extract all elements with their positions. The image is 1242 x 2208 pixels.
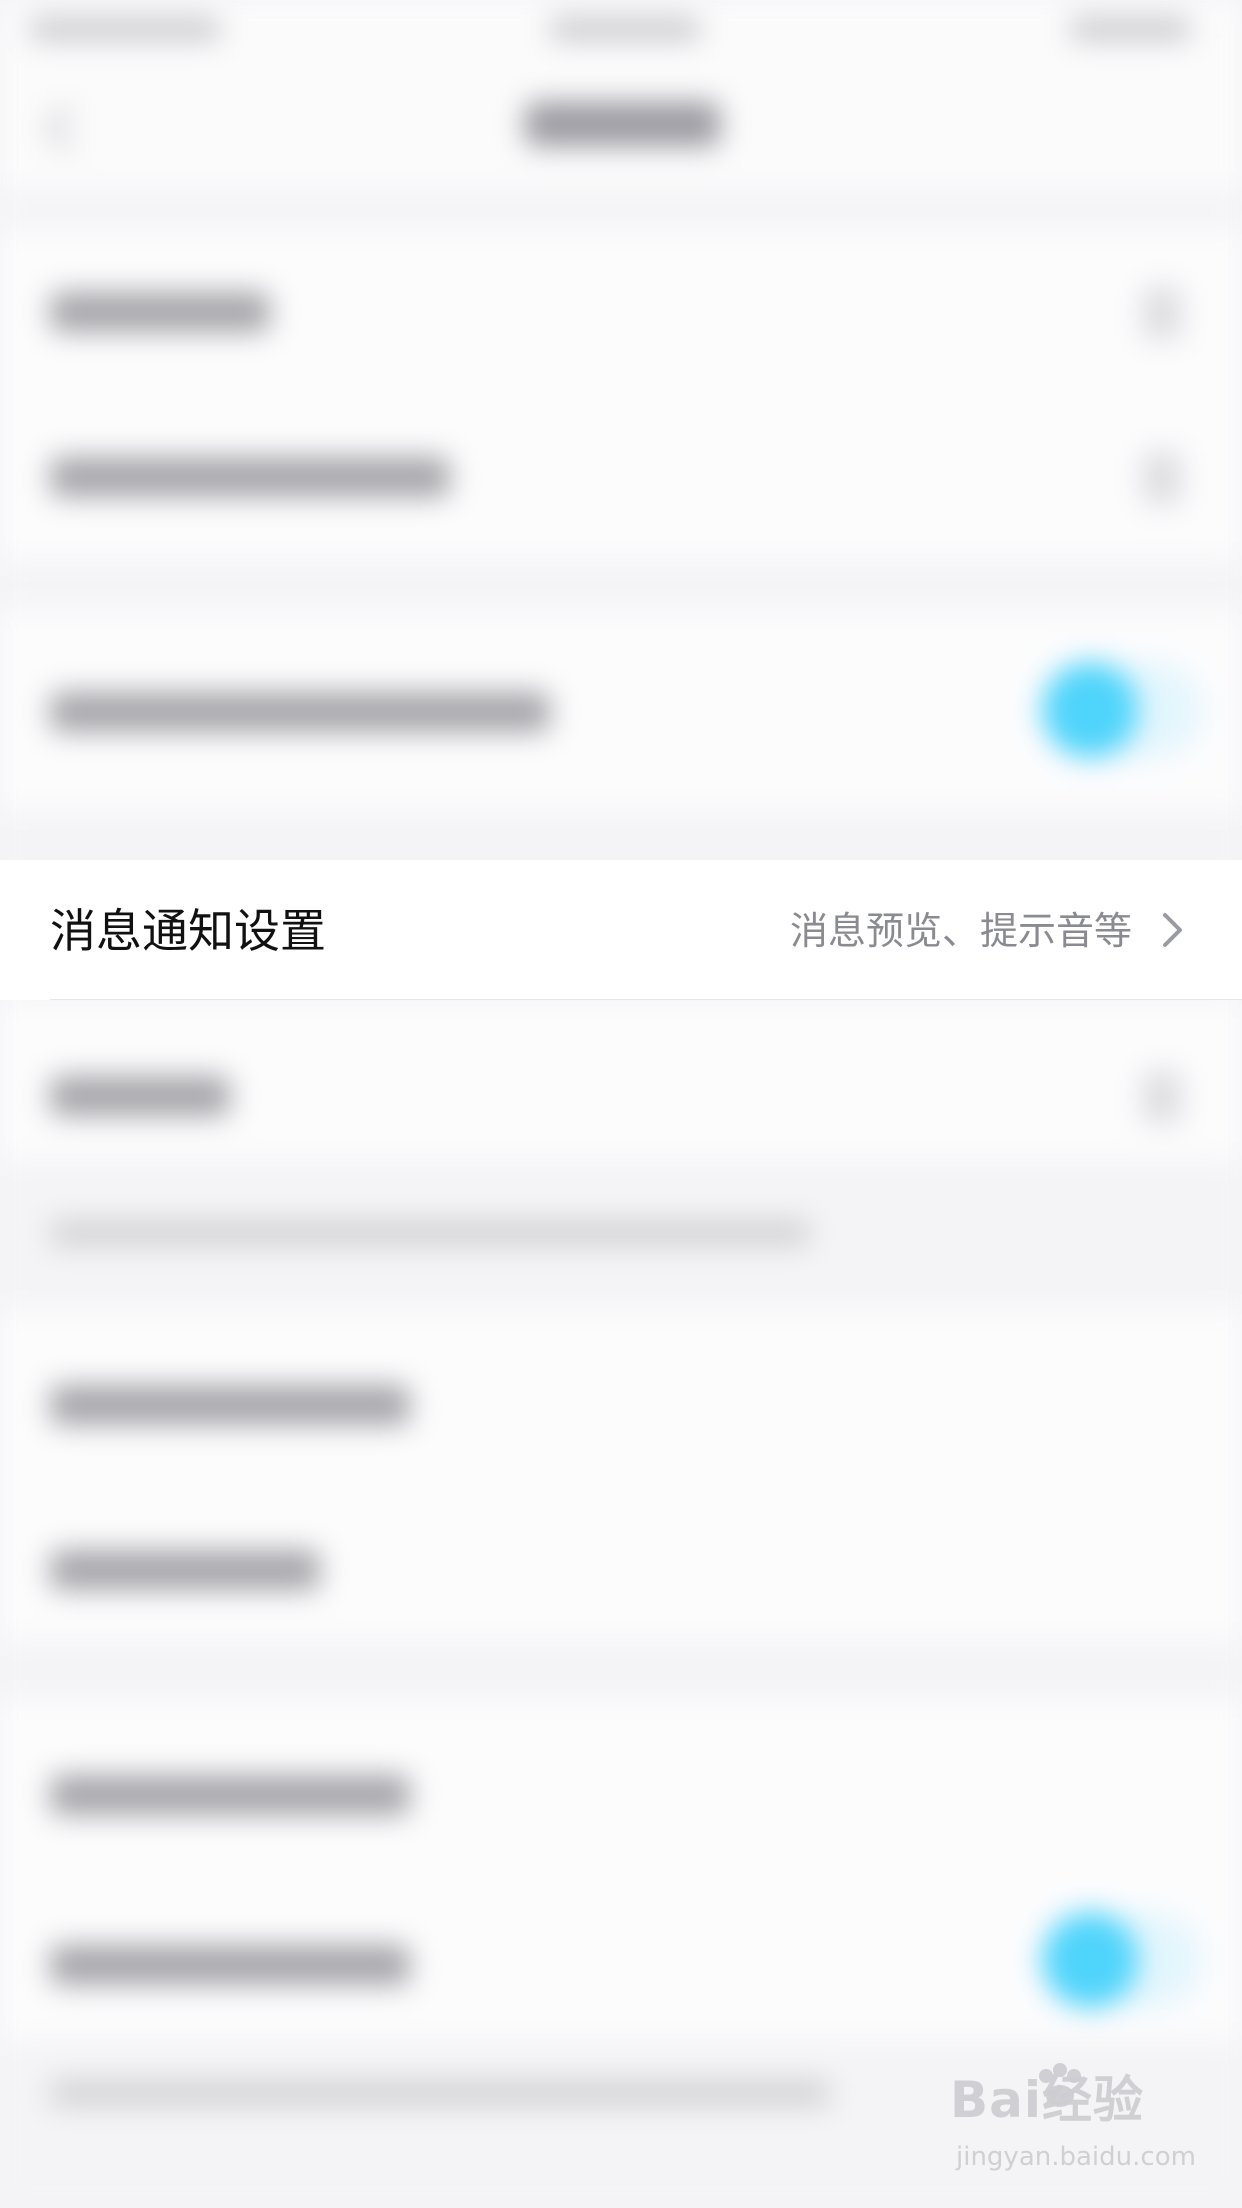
status-bar xyxy=(0,0,1242,60)
row-label-placeholder xyxy=(50,1076,230,1116)
section-footnote-placeholder xyxy=(50,2080,830,2106)
notification-settings-value: 消息预览、提示音等 xyxy=(789,909,1132,953)
toggle-knob xyxy=(1042,662,1138,758)
settings-row-4[interactable] xyxy=(0,1310,1242,1475)
status-battery-placeholder xyxy=(1070,18,1190,40)
chevron-right-icon xyxy=(1142,1070,1182,1124)
settings-row-6[interactable] xyxy=(0,1700,1242,1870)
paw-icon xyxy=(1039,2063,1081,2107)
back-arrow-icon[interactable] xyxy=(45,105,91,151)
settings-row-1[interactable] xyxy=(0,230,1242,395)
chevron-right-icon xyxy=(1142,451,1182,505)
chevron-right-icon xyxy=(1163,913,1182,947)
status-time-placeholder xyxy=(550,18,700,40)
settings-group-5 xyxy=(0,1700,1242,2040)
settings-group-4 xyxy=(0,1310,1242,1640)
toggle-switch[interactable] xyxy=(1042,662,1202,758)
toggle-knob xyxy=(1042,1912,1138,2008)
notification-settings-row[interactable]: 消息通知设置 消息预览、提示音等 xyxy=(0,860,1242,1000)
settings-group-2 xyxy=(0,610,1242,810)
row-label-placeholder xyxy=(50,1945,410,1985)
notification-settings-title: 消息通知设置 xyxy=(50,904,326,958)
navigation-bar xyxy=(0,60,1242,190)
toggle-switch[interactable] xyxy=(1042,1912,1202,2008)
blurred-background-screen xyxy=(0,0,1242,2208)
settings-row-5[interactable] xyxy=(0,1475,1242,1640)
settings-row-3[interactable] xyxy=(0,1000,1242,1160)
row-label-placeholder xyxy=(50,1550,320,1590)
chevron-right-icon xyxy=(1142,286,1182,340)
row-divider xyxy=(50,999,1242,1000)
baidu-jingyan-watermark: Bai经验 jingyan.baidu.com xyxy=(950,2063,1196,2190)
page-title-placeholder xyxy=(525,102,720,146)
settings-row-toggle-2 xyxy=(0,1870,1242,2040)
row-label-placeholder xyxy=(50,292,270,332)
settings-row-2[interactable] xyxy=(0,395,1242,560)
section-footnote-placeholder xyxy=(50,1220,810,1246)
row-label-placeholder xyxy=(50,457,450,497)
status-carrier-placeholder xyxy=(30,18,220,40)
row-label-placeholder xyxy=(50,1775,410,1815)
settings-group-3 xyxy=(0,1000,1242,1160)
settings-row-toggle-1 xyxy=(0,610,1242,810)
row-label-placeholder xyxy=(50,692,550,732)
row-label-placeholder xyxy=(50,1385,410,1425)
settings-group-1 xyxy=(0,230,1242,560)
watermark-url: jingyan.baidu.com xyxy=(956,2142,1196,2172)
